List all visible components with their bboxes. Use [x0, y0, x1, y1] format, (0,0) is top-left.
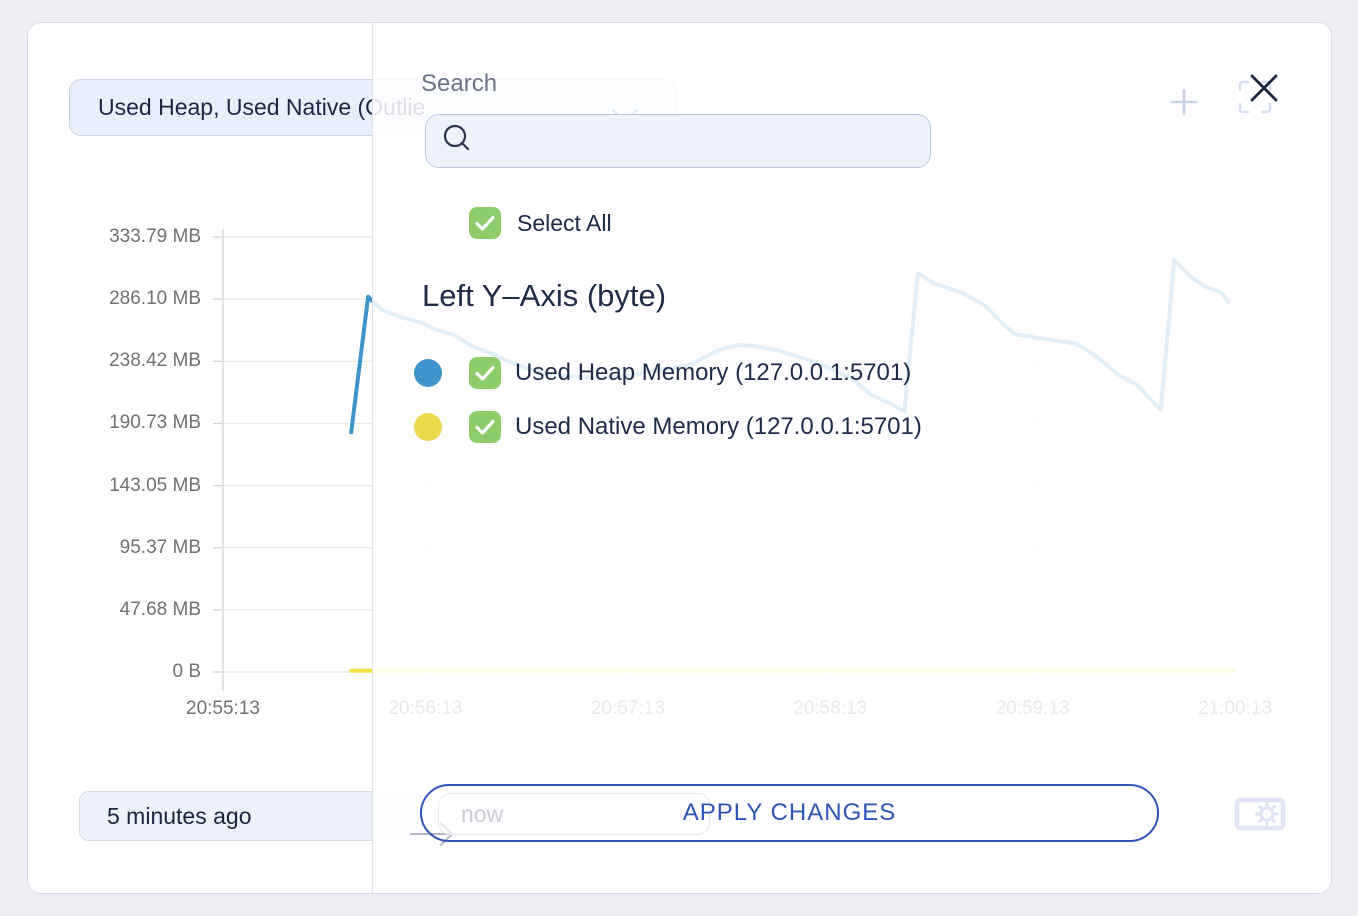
search-label: Search [421, 70, 497, 98]
time-range-from-value: 5 minutes ago [107, 803, 251, 830]
search-icon [440, 122, 474, 161]
gear-icon [1234, 819, 1286, 834]
series-color-dot-blue [414, 359, 442, 387]
series-label: Used Native Memory (127.0.0.1:5701) [515, 413, 922, 441]
series-color-dot-yellow [414, 413, 442, 441]
axis-section-title: Left Y–Axis (byte) [422, 278, 666, 314]
select-all-checkbox[interactable] [469, 207, 501, 239]
x-tick-label: 20:55:13 [153, 698, 293, 720]
close-icon [1248, 92, 1280, 107]
series-row-used-heap: Used Heap Memory (127.0.0.1:5701) [414, 357, 911, 389]
series-checkbox-used-native[interactable] [469, 411, 501, 443]
metrics-widget-card: Used Heap, Used Native (Outlie 333.79 MB… [27, 22, 1332, 894]
series-label: Used Heap Memory (127.0.0.1:5701) [515, 359, 911, 387]
apply-changes-label: APPLY CHANGES [683, 799, 897, 827]
apply-changes-button[interactable]: APPLY CHANGES [420, 784, 1159, 842]
search-input[interactable] [425, 114, 931, 168]
add-chart-button[interactable] [1169, 87, 1199, 117]
series-checkbox-used-heap[interactable] [469, 357, 501, 389]
chart-settings-button[interactable] [1234, 797, 1286, 831]
select-all-row: Select All [469, 207, 612, 239]
series-row-used-native: Used Native Memory (127.0.0.1:5701) [414, 411, 922, 443]
plus-icon [1169, 105, 1199, 120]
close-modal-button[interactable] [1248, 72, 1280, 104]
select-all-label: Select All [517, 210, 612, 237]
